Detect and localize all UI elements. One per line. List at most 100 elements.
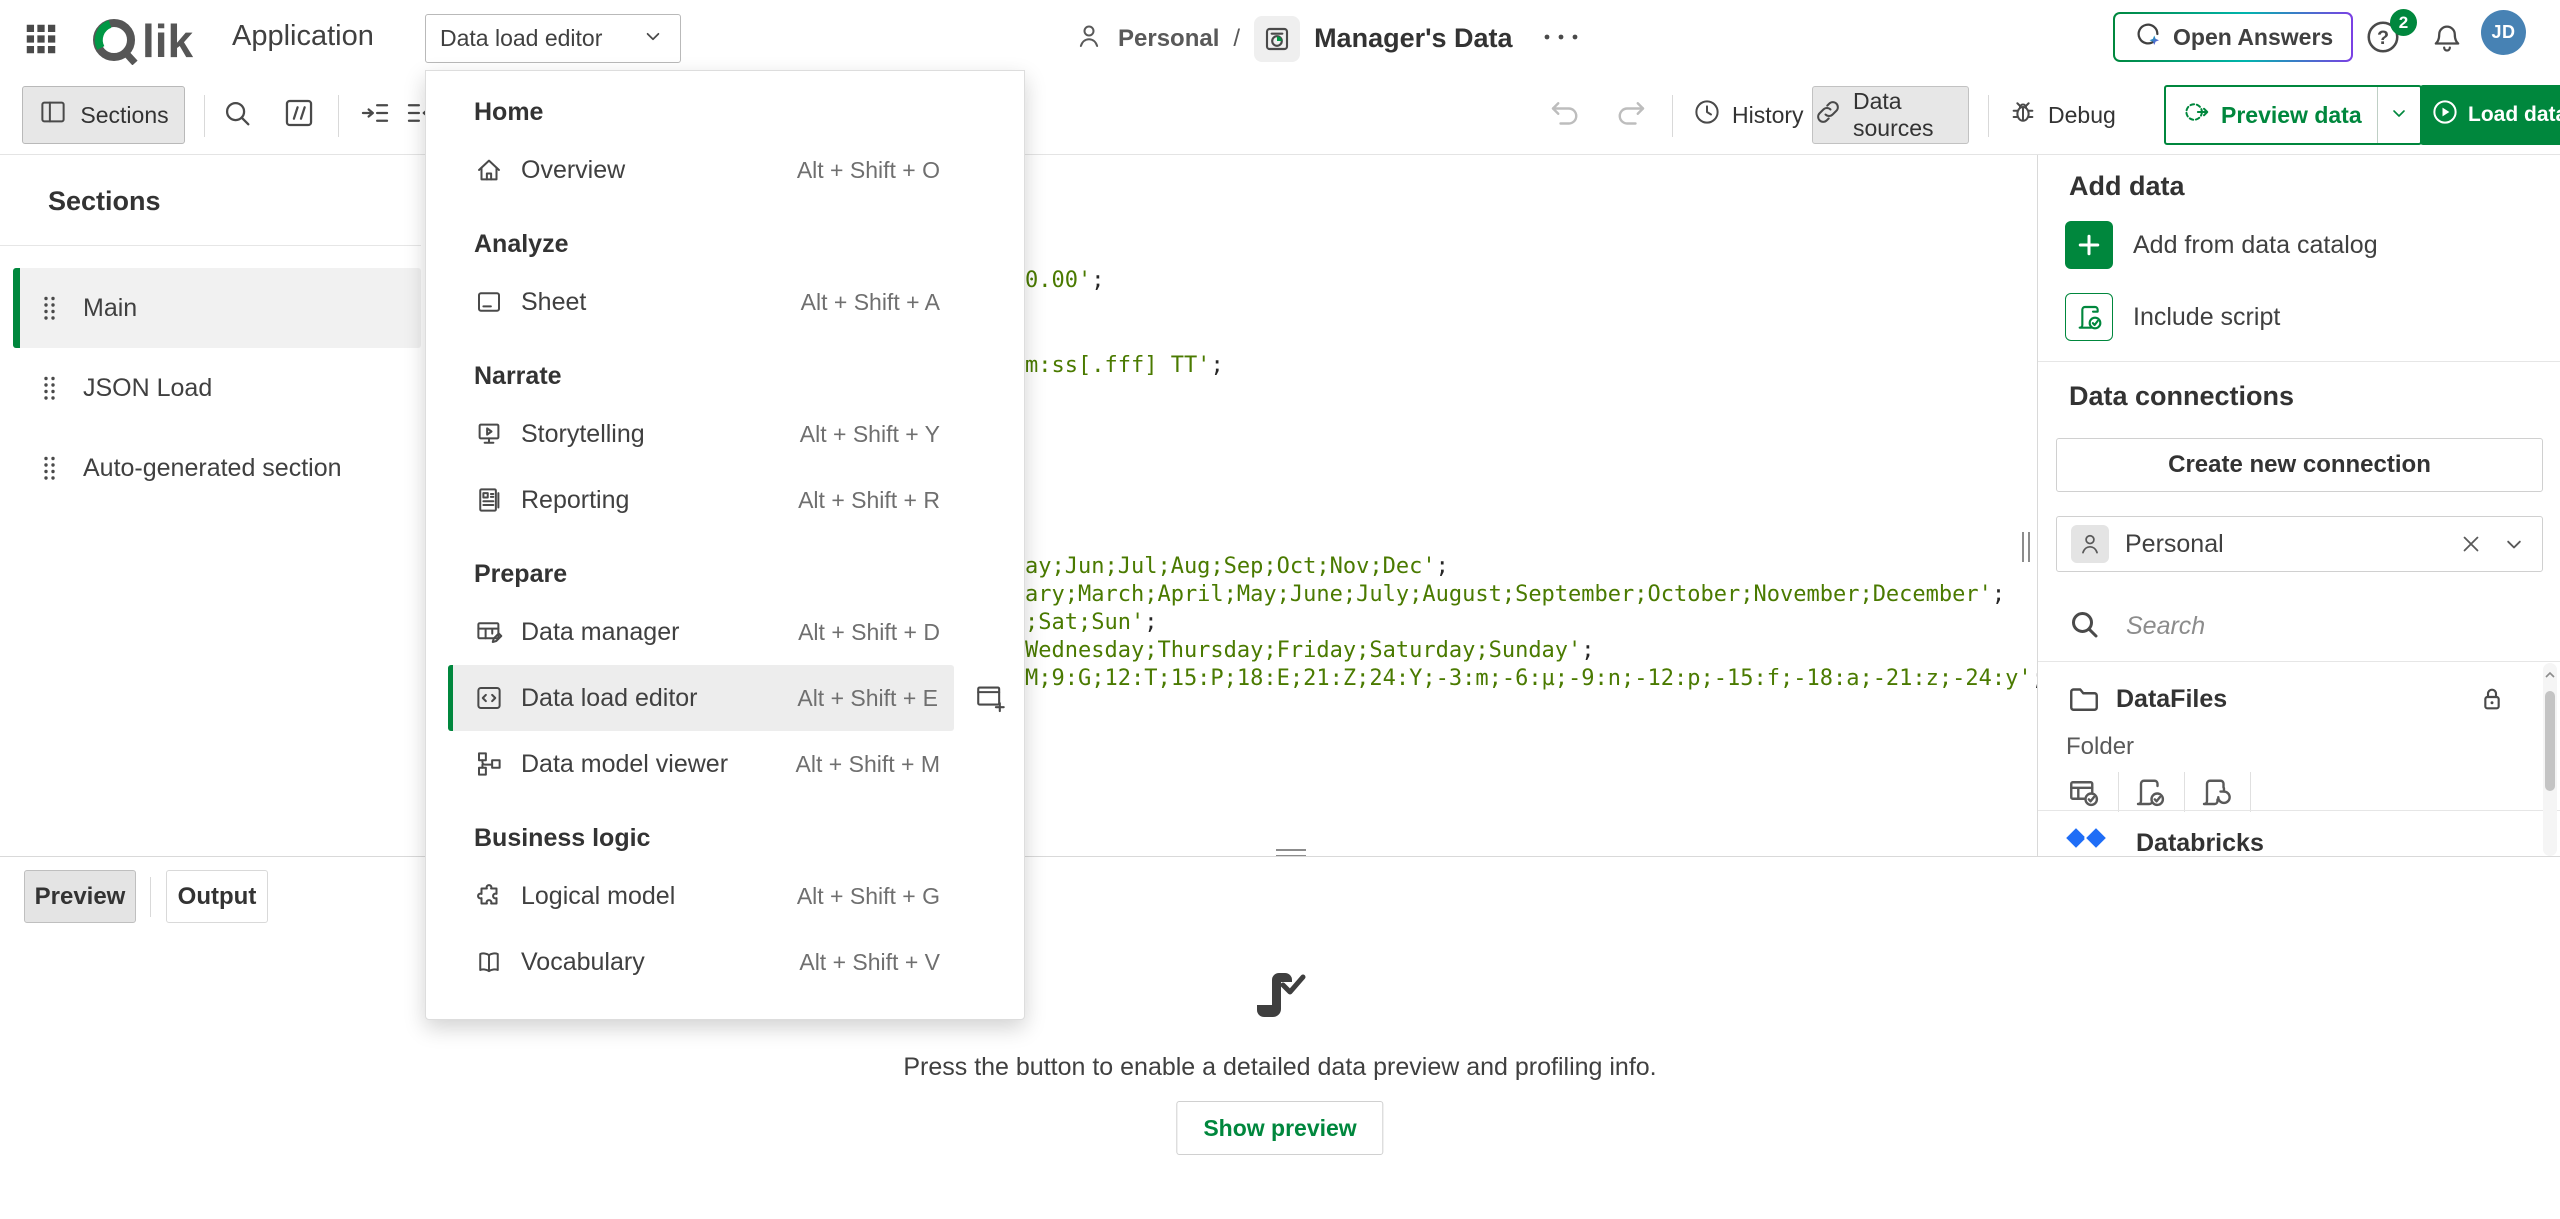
menu-group-header: Analyze bbox=[426, 203, 1024, 269]
search-icon bbox=[2066, 606, 2102, 647]
qlik-logo: lik bbox=[88, 13, 214, 70]
search-input[interactable] bbox=[2124, 611, 2448, 642]
shortcut: Alt + Shift + D bbox=[798, 619, 940, 646]
open-in-new-tab-button[interactable] bbox=[968, 678, 1012, 718]
menu-item-data-model-viewer[interactable]: Data model viewer Alt + Shift + M bbox=[448, 731, 1002, 797]
vertical-splitter-handle[interactable] bbox=[2019, 532, 2033, 562]
breadcrumb-space[interactable]: Personal bbox=[1118, 25, 1219, 53]
sections-panel: Sections Main JSON Load Auto-generated s… bbox=[0, 155, 421, 856]
databricks-icon bbox=[2062, 823, 2114, 856]
script-reload-icon[interactable] bbox=[2198, 774, 2250, 810]
history-button[interactable]: History bbox=[1692, 92, 1804, 138]
avatar[interactable]: JD bbox=[2481, 10, 2526, 55]
indent-button[interactable] bbox=[352, 92, 398, 138]
help-icon: ? bbox=[2364, 43, 2402, 60]
qlik-data-load-editor: lik Application Data load editor Persona… bbox=[0, 0, 2560, 1219]
page-title: Application bbox=[232, 20, 374, 53]
toolbar-divider bbox=[338, 95, 339, 137]
drag-handle-icon[interactable] bbox=[43, 295, 56, 322]
clear-filter-button[interactable] bbox=[2458, 531, 2484, 557]
scrollbar-thumb[interactable] bbox=[2545, 691, 2555, 791]
app-launcher-button[interactable] bbox=[22, 20, 60, 58]
svg-text:lik: lik bbox=[142, 15, 194, 65]
menu-item-reporting[interactable]: Reporting Alt + Shift + R bbox=[448, 467, 1002, 533]
search-button[interactable] bbox=[214, 92, 260, 138]
divider bbox=[150, 877, 151, 917]
menu-group-header: Business logic bbox=[426, 797, 1024, 863]
menu-item-data-load-editor[interactable]: Data load editor Alt + Shift + E bbox=[448, 665, 954, 731]
script-check-icon[interactable] bbox=[2132, 774, 2184, 810]
script-line: ay;Jun;Jul;Aug;Sep;Oct;Nov;Dec'; bbox=[1025, 553, 1449, 581]
data-sources-button[interactable]: Data sources bbox=[1812, 86, 1969, 144]
chevron-down-icon bbox=[2387, 101, 2411, 130]
chevron-down-icon[interactable] bbox=[2500, 530, 2528, 558]
add-from-catalog-button[interactable]: Add from data catalog bbox=[2065, 217, 2378, 273]
more-options-button[interactable] bbox=[1541, 30, 1581, 48]
connection-item-databricks[interactable]: Databricks bbox=[2062, 823, 2264, 856]
section-item-json-load[interactable]: JSON Load bbox=[13, 348, 421, 428]
notification-badge: 2 bbox=[2390, 9, 2417, 36]
drag-handle-icon[interactable] bbox=[43, 375, 56, 402]
divider bbox=[2184, 772, 2185, 812]
preview-data-options-button[interactable] bbox=[2378, 87, 2420, 143]
tab-output[interactable]: Output bbox=[166, 870, 268, 923]
space-filter-dropdown[interactable]: Personal bbox=[2056, 516, 2543, 572]
menu-item-storytelling[interactable]: Storytelling Alt + Shift + Y bbox=[448, 401, 1002, 467]
redo-icon bbox=[1613, 95, 1649, 136]
section-item-main[interactable]: Main bbox=[13, 268, 421, 348]
redo-button[interactable] bbox=[1608, 92, 1654, 138]
chevron-down-icon bbox=[640, 23, 666, 54]
preview-data-button[interactable]: Preview data bbox=[2166, 87, 2377, 143]
space-filter-value: Personal bbox=[2125, 530, 2442, 559]
debug-button[interactable]: Debug bbox=[2008, 92, 2116, 138]
sections-toggle-button[interactable]: Sections bbox=[22, 86, 185, 144]
panel-left-icon bbox=[38, 97, 68, 133]
notifications-button[interactable] bbox=[2430, 21, 2464, 60]
code-icon bbox=[474, 683, 504, 713]
drag-handle-icon[interactable] bbox=[43, 455, 56, 482]
reporting-icon bbox=[474, 485, 504, 515]
divider bbox=[2118, 772, 2119, 812]
divider bbox=[2250, 772, 2251, 812]
preview-data-button-group: Preview data bbox=[2164, 85, 2422, 145]
table-check-icon[interactable] bbox=[2066, 774, 2118, 810]
menu-item-sheet[interactable]: Sheet Alt + Shift + A bbox=[448, 269, 1002, 335]
comment-button[interactable] bbox=[276, 92, 322, 138]
bell-icon bbox=[2430, 42, 2464, 59]
undo-icon bbox=[1547, 95, 1583, 136]
history-icon bbox=[1692, 97, 1722, 133]
preview-empty-message: Press the button to enable a detailed da… bbox=[0, 1053, 2560, 1082]
create-new-connection-button[interactable]: Create new connection bbox=[2056, 438, 2543, 492]
connection-name[interactable]: DataFiles bbox=[2116, 685, 2227, 714]
menu-item-data-manager[interactable]: Data manager Alt + Shift + D bbox=[448, 599, 1002, 665]
connections-search bbox=[2066, 600, 2526, 652]
view-selector-dropdown[interactable]: Data load editor bbox=[425, 14, 681, 63]
shortcut: Alt + Shift + A bbox=[801, 289, 940, 316]
undo-button[interactable] bbox=[1542, 92, 1588, 138]
menu-item-logical-model[interactable]: Logical model Alt + Shift + G bbox=[448, 863, 1002, 929]
include-script-button[interactable]: Include script bbox=[2065, 289, 2280, 345]
open-answers-button[interactable]: Open Answers bbox=[2113, 12, 2353, 62]
menu-item-overview[interactable]: Overview Alt + Shift + O bbox=[448, 137, 1002, 203]
divider bbox=[0, 245, 421, 246]
header: lik Application Data load editor Persona… bbox=[0, 0, 2560, 78]
preview-data-label: Preview data bbox=[2221, 102, 2362, 129]
indent-icon bbox=[358, 96, 392, 135]
divider bbox=[2038, 810, 2560, 811]
chevron-up-icon[interactable] bbox=[2544, 667, 2556, 685]
puzzle-icon bbox=[474, 881, 504, 911]
data-sources-icon bbox=[1813, 97, 1843, 133]
connections-scrollbar[interactable] bbox=[2543, 663, 2557, 856]
preview-panel: Preview Output Press the button to enabl… bbox=[0, 856, 2560, 1219]
load-data-button[interactable]: Load data bbox=[2420, 85, 2560, 145]
section-item-auto-generated[interactable]: Auto-generated section bbox=[13, 428, 421, 508]
connection-actions bbox=[2066, 770, 2264, 814]
connection-name: Databricks bbox=[2136, 829, 2264, 856]
menu-item-vocabulary[interactable]: Vocabulary Alt + Shift + V bbox=[448, 929, 1002, 995]
script-line: m:ss[.fff] TT'; bbox=[1025, 352, 1224, 380]
tab-preview[interactable]: Preview bbox=[24, 870, 136, 923]
help-button[interactable]: ? 2 bbox=[2364, 18, 2404, 58]
sheet-icon bbox=[474, 287, 504, 317]
show-preview-button[interactable]: Show preview bbox=[1176, 1101, 1383, 1155]
script-line: Wednesday;Thursday;Friday;Saturday;Sunda… bbox=[1025, 637, 1595, 665]
